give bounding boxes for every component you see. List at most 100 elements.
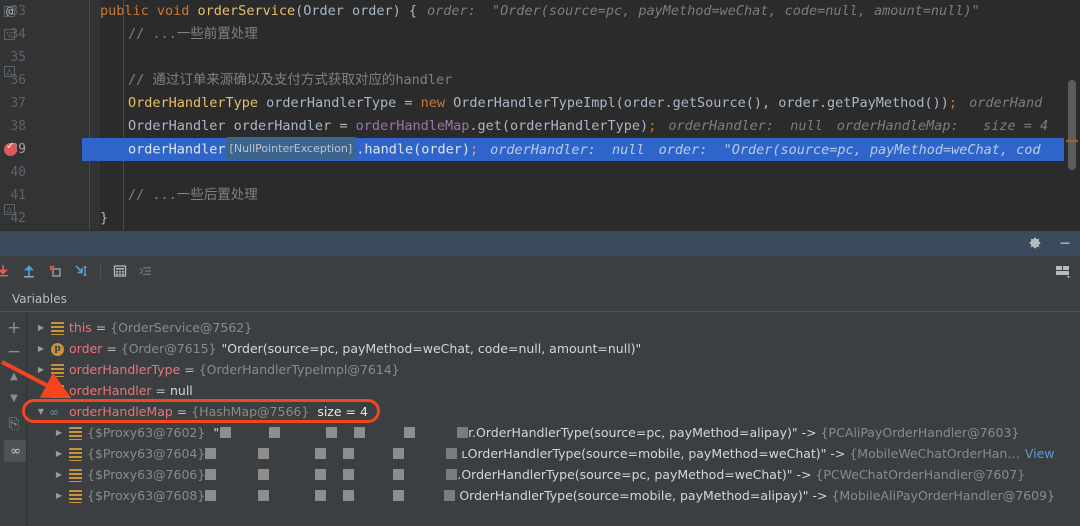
variable-row-this[interactable]: ▶ this = {OrderService@7562} bbox=[27, 318, 1080, 338]
expander-arrow-icon[interactable]: ▶ bbox=[53, 465, 65, 485]
code-brace: } bbox=[100, 210, 109, 226]
code-var-orderhandler: orderHandler bbox=[128, 141, 226, 158]
move-down-button[interactable]: ▼ bbox=[4, 388, 24, 408]
redacted-block bbox=[315, 448, 327, 459]
redacted-block bbox=[315, 469, 327, 480]
remove-watch-button[interactable]: − bbox=[4, 342, 24, 362]
expander-arrow-icon[interactable]: ▶ bbox=[35, 318, 47, 338]
object-reference: {$Proxy63@7606} bbox=[87, 467, 206, 482]
fold-expand-icon[interactable]: △ bbox=[4, 204, 15, 215]
breakpoint-icon[interactable] bbox=[4, 141, 17, 156]
object-reference: {$Proxy63@7604} bbox=[87, 446, 206, 461]
entry-key: OrderHandlerType(source=pc, payMethod=al… bbox=[476, 425, 821, 440]
inline-debug-hint: orderHandler: null bbox=[668, 118, 823, 134]
watches-toggle-button[interactable]: ∞ bbox=[4, 440, 26, 462]
expander-arrow-icon[interactable]: ▶ bbox=[53, 444, 65, 464]
step-over-icon[interactable] bbox=[0, 258, 16, 284]
field-icon bbox=[69, 427, 82, 440]
code-signature: (Order order) { bbox=[295, 3, 418, 19]
variable-row-orderhandler[interactable]: orderHandler = null bbox=[27, 381, 1080, 401]
equals-sign: = bbox=[180, 362, 199, 377]
expander-arrow-icon[interactable]: ▼ bbox=[35, 402, 47, 422]
step-into-icon[interactable] bbox=[16, 258, 42, 284]
code-comment: // ...一些前置处理 bbox=[128, 26, 258, 42]
minimize-icon[interactable] bbox=[1058, 235, 1072, 254]
fold-collapse-icon[interactable]: ▽ bbox=[4, 29, 15, 40]
expander-arrow-icon[interactable]: ▶ bbox=[35, 339, 47, 359]
tab-variables[interactable]: Variables bbox=[12, 286, 67, 312]
code-comment: // 通过订单来源确以及支付方式获取对应的handler bbox=[128, 72, 453, 88]
add-watch-button[interactable]: + bbox=[4, 318, 24, 338]
variable-row-order[interactable]: ▶ p order = {Order@7615} "Order(source=pc… bbox=[27, 339, 1080, 359]
redacted-block bbox=[205, 490, 217, 501]
field-icon bbox=[51, 385, 64, 398]
show-execution-point-icon[interactable] bbox=[133, 258, 159, 284]
code-decl: OrderHandler orderHandler = bbox=[128, 118, 356, 134]
redacted-block bbox=[220, 427, 232, 438]
npe-inlay-badge[interactable]: [NullPointerException] bbox=[225, 137, 357, 160]
redacted-block bbox=[404, 427, 416, 438]
code-comment: // ...一些后置处理 bbox=[128, 187, 258, 203]
redacted-block bbox=[457, 427, 469, 438]
breakpoint-gutter[interactable] bbox=[30, 0, 82, 230]
fold-expand-icon[interactable]: △ bbox=[4, 66, 15, 77]
code-expr: OrderHandlerTypeImpl(order.getSource(), … bbox=[445, 95, 949, 111]
map-entry-row[interactable]: ▶ {$Proxy63@7608} OrderHandlerType(source… bbox=[27, 486, 1080, 506]
fold-collapse-icon[interactable]: ▽ bbox=[4, 6, 15, 17]
editor-scrollbar-thumb[interactable] bbox=[1068, 80, 1076, 170]
variables-tabbar[interactable]: Variables bbox=[0, 286, 1080, 312]
variable-row-orderhandlemap[interactable]: ▼ ∞ orderHandleMap = {HashMap@7566} size … bbox=[27, 402, 1080, 422]
evaluate-expression-icon[interactable] bbox=[107, 258, 133, 284]
code-editor[interactable]: 33 34 35 36 37 38 39 40 41 42 @ ▽ ▽ △ △ … bbox=[0, 0, 1080, 230]
code-line-33: public void orderService(Order order) {o… bbox=[100, 0, 1080, 23]
variables-tree[interactable]: ▶ this = {OrderService@7562} ▶ p order =… bbox=[27, 312, 1080, 526]
redacted-block bbox=[326, 427, 338, 438]
code-line-39: orderHandler [NullPointerException] .handl… bbox=[100, 137, 1080, 161]
variable-value: null bbox=[169, 383, 193, 398]
toolbar-separator bbox=[100, 263, 101, 279]
variable-row-orderhandlertype[interactable]: ▶ orderHandlerType = {OrderHandlerTypeIm… bbox=[27, 360, 1080, 380]
entry-value-ref: {PCWeChatOrderHandler@7607} bbox=[815, 467, 1026, 482]
step-out-icon[interactable] bbox=[68, 258, 94, 284]
force-step-into-icon[interactable] bbox=[42, 258, 68, 284]
code-var: orderHandlerType = bbox=[258, 95, 421, 111]
variables-side-toolbar[interactable]: + − ▲ ▼ ⎘ ∞ bbox=[0, 312, 27, 526]
code-text-area[interactable]: public void orderService(Order order) {o… bbox=[100, 0, 1080, 230]
redacted-block bbox=[258, 490, 270, 501]
entry-value-ref: {MobileAliPayOrderHandler@7609} bbox=[831, 488, 1055, 503]
variable-name: order bbox=[69, 341, 103, 356]
redacted-block bbox=[446, 469, 458, 480]
expander-arrow-icon[interactable]: ▶ bbox=[53, 486, 65, 506]
code-line-41: // ...一些后置处理 bbox=[100, 184, 1080, 207]
equals-sign: = bbox=[102, 341, 121, 356]
settings-gear-icon[interactable] bbox=[1028, 235, 1042, 254]
inline-debug-hint: orderHandleMap: size = 4 bbox=[836, 118, 1049, 134]
debug-tool-window-header bbox=[0, 230, 1080, 256]
editor-error-stripe-marker[interactable] bbox=[1066, 140, 1078, 142]
debugger-toolbar[interactable] bbox=[0, 256, 1080, 286]
expander-arrow-icon[interactable]: ▶ bbox=[35, 360, 47, 380]
view-link[interactable]: View bbox=[1025, 446, 1055, 461]
layout-settings-icon[interactable] bbox=[1054, 256, 1072, 286]
line-number: 37 bbox=[10, 96, 26, 111]
field-icon bbox=[69, 469, 82, 482]
redacted-block bbox=[343, 490, 355, 501]
map-entry-row[interactable]: ▶ {$Proxy63@7602} " r.OrderHandlerType(so… bbox=[27, 423, 1080, 443]
map-entry-row[interactable]: ▶ {$Proxy63@7606} .OrderHandlerType(sourc… bbox=[27, 465, 1080, 485]
variable-name: this bbox=[69, 320, 92, 335]
expander-arrow-icon[interactable]: ▶ bbox=[53, 423, 65, 443]
code-folding-gutter[interactable] bbox=[82, 0, 100, 230]
map-size-label: size = 4 bbox=[317, 404, 368, 419]
map-entry-row[interactable]: ▶ {$Proxy63@7604} ʟOrderHandlerType(sourc… bbox=[27, 444, 1080, 464]
copy-value-button[interactable]: ⎘ bbox=[4, 414, 24, 434]
entry-key-prefix: r. bbox=[468, 425, 477, 440]
code-line-37: OrderHandlerType orderHandlerType = new … bbox=[100, 92, 1080, 115]
object-reference: {HashMap@7566} bbox=[191, 404, 310, 419]
move-up-button[interactable]: ▲ bbox=[4, 366, 24, 386]
code-semicolon: ; bbox=[469, 141, 479, 158]
object-reference: {Order@7615} bbox=[120, 341, 217, 356]
code-keyword: public void bbox=[100, 3, 198, 19]
redacted-block bbox=[258, 448, 270, 459]
redacted-block bbox=[343, 448, 355, 459]
redacted-block bbox=[393, 469, 405, 480]
